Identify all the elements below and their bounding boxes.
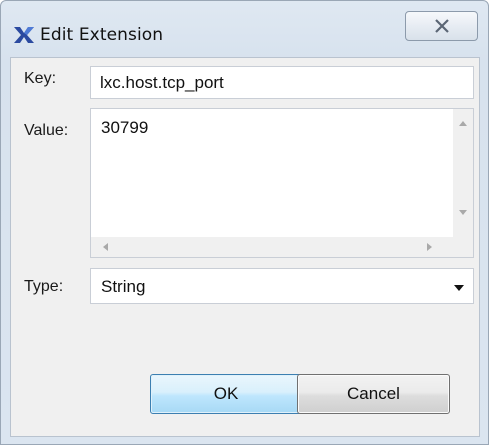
- app-logo-icon: [13, 25, 35, 45]
- type-dropdown[interactable]: String: [90, 268, 474, 304]
- scroll-right-icon[interactable]: [427, 243, 432, 251]
- ok-button[interactable]: OK: [150, 374, 302, 414]
- key-input[interactable]: [90, 66, 474, 99]
- dialog-body: Key: Value: 30799 Type: String OK Cancel: [10, 57, 480, 437]
- close-button[interactable]: [405, 11, 478, 41]
- scroll-left-icon[interactable]: [103, 243, 108, 251]
- chevron-down-icon: [454, 285, 464, 291]
- type-label: Type:: [24, 278, 64, 295]
- scroll-up-icon[interactable]: [459, 121, 467, 126]
- scroll-down-icon[interactable]: [459, 210, 467, 215]
- horizontal-scrollbar[interactable]: [91, 237, 453, 257]
- scroll-corner: [453, 237, 473, 257]
- title-bar[interactable]: Edit Extension: [1, 1, 488, 57]
- dialog-title: Edit Extension: [40, 25, 164, 45]
- key-label: Key:: [24, 70, 57, 87]
- close-icon: [435, 19, 449, 33]
- cancel-button[interactable]: Cancel: [297, 374, 450, 414]
- vertical-scrollbar[interactable]: [453, 109, 473, 237]
- edit-extension-dialog: Edit Extension Key: Value: 30799 Type: S…: [0, 0, 489, 445]
- value-textarea-container: 30799: [90, 108, 474, 258]
- type-selected-value: String: [101, 277, 146, 296]
- value-textarea[interactable]: 30799: [91, 109, 453, 237]
- value-label: Value:: [24, 122, 69, 139]
